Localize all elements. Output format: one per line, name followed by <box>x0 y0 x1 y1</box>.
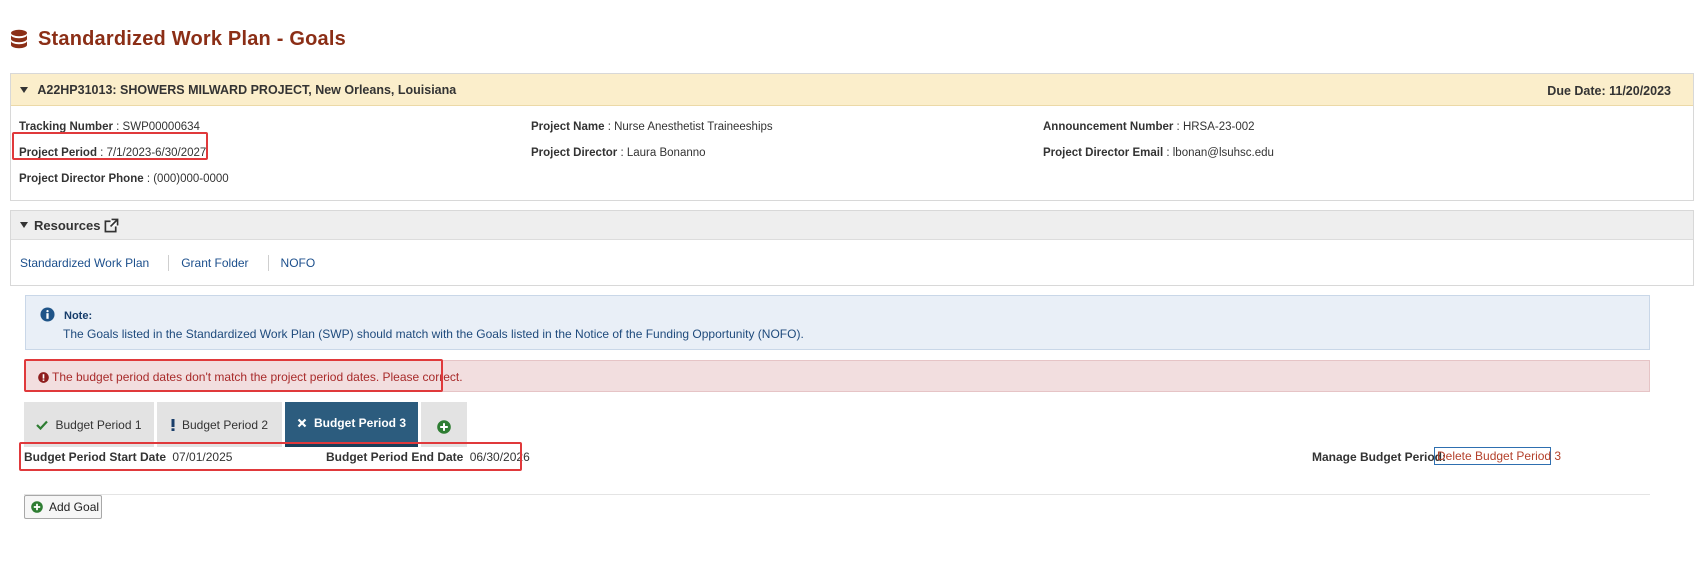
add-budget-period-button[interactable] <box>421 402 467 447</box>
tab-budget-period-3[interactable]: Budget Period 3 <box>285 402 418 447</box>
resources-header[interactable]: Resources <box>11 211 1693 240</box>
close-icon <box>297 418 307 428</box>
tab-budget-period-2[interactable]: Budget Period 2 <box>157 402 282 447</box>
manage-budget-period-label: Manage Budget Period: <box>1312 450 1447 464</box>
collapse-caret-icon[interactable] <box>20 87 28 94</box>
separator <box>267 255 269 271</box>
error-highlight <box>24 359 443 392</box>
plus-circle-icon <box>31 501 43 513</box>
check-icon <box>36 420 49 430</box>
plus-circle-icon <box>437 419 451 434</box>
project-panel: A22HP31013: SHOWERS MILWARD PROJECT, New… <box>10 73 1694 201</box>
page-header: Standardized Work Plan - Goals <box>10 28 346 51</box>
note-label: Note: <box>64 310 93 322</box>
resources-panel: Resources Standardized Work Plan Grant F… <box>10 210 1694 286</box>
tab-label: Budget Period 2 <box>181 417 269 432</box>
link-nofo[interactable]: NOFO <box>281 256 335 270</box>
project-panel-header[interactable]: A22HP31013: SHOWERS MILWARD PROJECT, New… <box>11 74 1693 106</box>
tab-budget-period-1[interactable]: Budget Period 1 <box>24 402 154 447</box>
tab-label: Budget Period 1 <box>55 417 142 432</box>
separator <box>168 255 170 271</box>
project-director: Project Director : Laura Bonanno <box>531 147 706 159</box>
project-name: Project Name : Nurse Anesthetist Trainee… <box>531 121 773 133</box>
project-title: A22HP31013: SHOWERS MILWARD PROJECT, New… <box>37 82 457 97</box>
link-grant-folder[interactable]: Grant Folder <box>181 256 267 270</box>
announcement-number: Announcement Number : HRSA-23-002 <box>1043 121 1255 133</box>
collapse-caret-icon[interactable] <box>20 222 28 228</box>
project-period-highlight <box>12 132 208 160</box>
note-text: The Goals listed in the Standardized Wor… <box>63 327 804 341</box>
project-info-grid: Tracking Number : SWP00000634 Project Na… <box>11 106 1693 201</box>
budget-period-tabs: Budget Period 1 Budget Period 2 Budget P… <box>24 402 470 447</box>
project-director-email: Project Director Email : lbonan@lsuhsc.e… <box>1043 147 1274 159</box>
note-box: Note: The Goals listed in the Standardiz… <box>25 295 1650 350</box>
info-icon <box>40 307 55 322</box>
delete-budget-period-link[interactable]: Delete Budget Period 3 <box>1434 447 1561 465</box>
due-date: Due Date: 11/20/2023 <box>1547 84 1671 98</box>
resources-title: Resources <box>34 217 101 233</box>
divider <box>24 494 1650 495</box>
tab-label: Budget Period 3 <box>313 416 406 430</box>
add-goal-button[interactable]: Add Goal <box>24 495 102 519</box>
external-link-icon[interactable] <box>104 218 120 233</box>
database-icon <box>11 29 27 48</box>
budget-dates-highlight <box>19 442 522 471</box>
project-director-phone: Project Director Phone : (000)000-0000 <box>19 173 229 185</box>
add-goal-label: Add Goal <box>49 500 100 514</box>
link-standardized-work-plan[interactable]: Standardized Work Plan <box>20 256 168 270</box>
resources-links: Standardized Work Plan Grant Folder NOFO <box>11 240 1693 286</box>
exclamation-icon <box>171 418 175 431</box>
page-title: Standardized Work Plan - Goals <box>38 28 346 50</box>
